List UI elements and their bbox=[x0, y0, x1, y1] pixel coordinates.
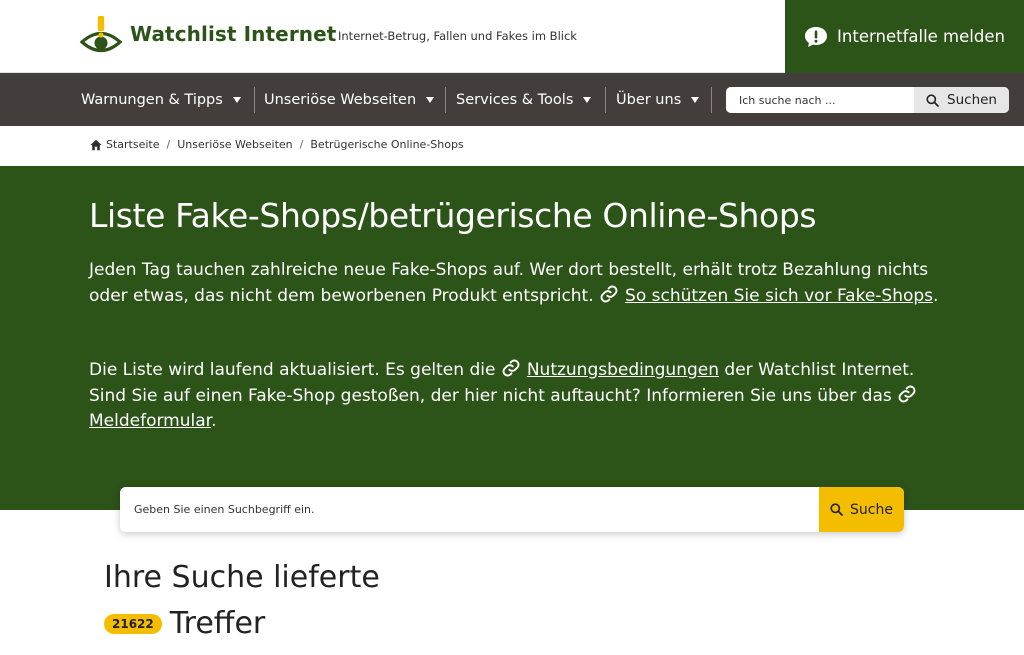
results-word: Treffer bbox=[169, 606, 266, 641]
header-search-button[interactable]: Suchen bbox=[914, 87, 1009, 113]
nav-item-label: Unseriöse Webseiten bbox=[264, 91, 417, 108]
nav-item-warnungen[interactable]: Warnungen & Tipps bbox=[81, 73, 241, 126]
shop-search-input[interactable] bbox=[120, 487, 819, 532]
header-search-input[interactable] bbox=[726, 87, 914, 113]
home-icon bbox=[90, 139, 102, 150]
link-icon bbox=[898, 385, 916, 402]
caret-down-icon bbox=[583, 96, 592, 103]
nav-divider bbox=[254, 87, 255, 113]
shop-search-button[interactable]: Suche bbox=[819, 487, 904, 532]
nav-item-ueber-uns[interactable]: Über uns bbox=[616, 73, 700, 126]
report-trap-button[interactable]: Internetfalle melden bbox=[785, 0, 1024, 73]
report-button-label: Internetfalle melden bbox=[837, 27, 1005, 46]
nav-divider bbox=[445, 87, 446, 113]
terms-text-a: Die Liste wird laufend aktualisiert. Es … bbox=[89, 360, 496, 380]
intro-end: . bbox=[933, 285, 939, 306]
header-search-button-label: Suchen bbox=[947, 92, 997, 108]
hero-section: Liste Fake-Shops/betrügerische Online-Sh… bbox=[0, 166, 1024, 510]
nav-divider bbox=[711, 87, 712, 113]
breadcrumb-separator: / bbox=[166, 138, 171, 151]
breadcrumb-current: Betrügerische Online-Shops bbox=[310, 138, 464, 151]
breadcrumb-unserioese-webseiten[interactable]: Unseriöse Webseiten bbox=[177, 138, 292, 151]
terms-of-use-link[interactable]: Nutzungsbedingungen bbox=[527, 360, 719, 380]
shop-search-bar: Suche bbox=[120, 487, 904, 532]
nav-divider bbox=[605, 87, 606, 113]
caret-down-icon bbox=[426, 96, 435, 103]
logo-text: Watchlist Internet bbox=[130, 22, 337, 46]
page-title: Liste Fake-Shops/betrügerische Online-Sh… bbox=[89, 196, 817, 235]
terms-paragraph: Die Liste wird laufend aktualisiert. Es … bbox=[89, 358, 939, 435]
alert-bubble-icon bbox=[805, 26, 828, 47]
nav-item-services-tools[interactable]: Services & Tools bbox=[456, 73, 592, 126]
nav-item-unserioese-webseiten[interactable]: Unseriöse Webseiten bbox=[264, 73, 435, 126]
shop-search-button-label: Suche bbox=[850, 501, 893, 518]
link-icon bbox=[600, 285, 618, 302]
report-form-link[interactable]: Meldeformular bbox=[89, 411, 211, 431]
breadcrumb-home[interactable]: Startseite bbox=[106, 138, 160, 151]
results-count-line: 21622 Treffer bbox=[104, 606, 265, 642]
site-logo[interactable]: Watchlist Internet bbox=[80, 15, 336, 53]
header-search: Suchen bbox=[726, 87, 1009, 113]
protection-tips-link[interactable]: So schützen Sie sich vor Fake-Shops bbox=[625, 286, 933, 306]
terms-end: . bbox=[211, 411, 217, 431]
caret-down-icon bbox=[691, 96, 700, 103]
intro-paragraph: Jeden Tag tauchen zahlreiche neue Fake-S… bbox=[89, 258, 939, 309]
results-heading: Ihre Suche lieferte bbox=[104, 560, 380, 595]
results-count-badge: 21622 bbox=[104, 614, 162, 634]
site-tagline: Internet-Betrug, Fallen und Fakes im Bli… bbox=[338, 29, 577, 43]
breadcrumb: Startseite / Unseriöse Webseiten / Betrü… bbox=[90, 138, 464, 151]
caret-down-icon bbox=[232, 96, 241, 103]
link-icon bbox=[502, 359, 520, 377]
nav-item-label: Über uns bbox=[616, 91, 682, 108]
breadcrumb-separator: / bbox=[299, 138, 304, 151]
search-icon bbox=[926, 93, 939, 107]
nav-item-label: Services & Tools bbox=[456, 91, 574, 108]
site-header: Watchlist Internet Internet-Betrug, Fall… bbox=[0, 0, 1024, 73]
nav-item-label: Warnungen & Tipps bbox=[81, 91, 223, 108]
search-icon bbox=[830, 503, 843, 516]
logo-eye-icon bbox=[80, 16, 122, 53]
